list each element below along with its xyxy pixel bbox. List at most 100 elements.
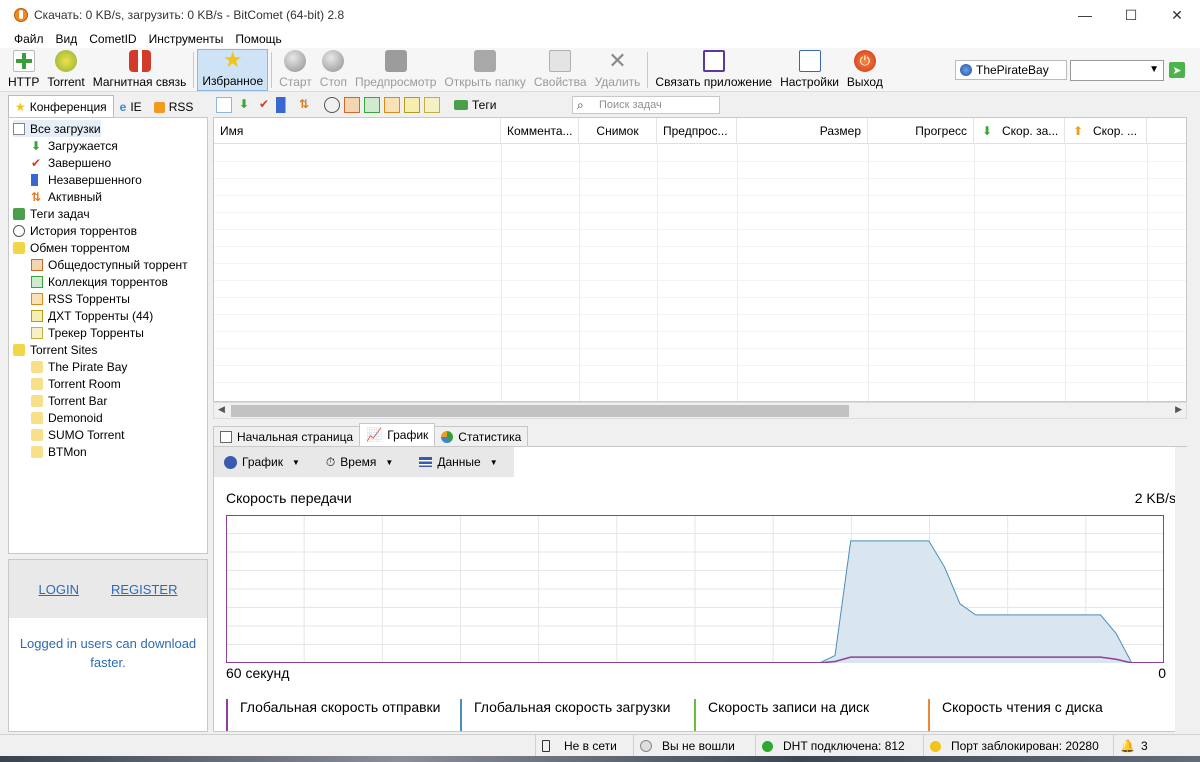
tags-button[interactable]: Теги (454, 98, 496, 112)
tree-item-site[interactable]: Demonoid (31, 409, 103, 426)
tree-item-all-downloads[interactable]: Все загрузки (13, 120, 101, 137)
graph-vscrollbar[interactable] (1175, 447, 1187, 732)
login-link[interactable]: LOGIN (39, 582, 79, 597)
column-comment[interactable]: Коммента... (501, 118, 579, 144)
column-size[interactable]: Размер (737, 118, 868, 144)
column-download-speed[interactable]: ⬇ Скор. за... (974, 118, 1065, 144)
tracker-select[interactable]: ThePirateBay (955, 60, 1067, 80)
public-torrent-icon[interactable] (344, 97, 360, 113)
magnet-link-button[interactable]: Магнитная связь (89, 49, 191, 91)
task-list-vscrollbar[interactable] (1187, 117, 1200, 419)
start-button[interactable]: Старт (275, 49, 316, 91)
incomplete-icon[interactable] (276, 97, 292, 113)
tree-item-public-torrent[interactable]: Общедоступный торрент (31, 256, 188, 273)
data-dropdown[interactable]: Данные ▼ (409, 447, 507, 477)
tab-rss[interactable]: RSS (148, 97, 200, 117)
favorites-button[interactable]: ★ Избранное (197, 49, 269, 91)
tree-item-dht-torrents[interactable]: ДХТ Торренты (44) (31, 307, 153, 324)
tree-item-site[interactable]: The Pirate Bay (31, 358, 127, 375)
tree-item-site[interactable]: BTMon (31, 443, 87, 460)
torrent-button[interactable]: Torrent (43, 49, 88, 91)
check-icon[interactable]: ✔ (256, 97, 272, 113)
all-tasks-icon[interactable] (216, 97, 232, 113)
hscroll-thumb[interactable] (231, 405, 849, 417)
scroll-right-icon[interactable]: ▶ (1175, 404, 1182, 415)
history-icon[interactable] (324, 97, 340, 113)
tab-ie[interactable]: e IE (114, 97, 148, 117)
graph-dropdown[interactable]: График ▼ (214, 447, 310, 477)
preview-button[interactable]: Предпросмотр (351, 49, 440, 91)
tree-item-completed[interactable]: ✔ Завершено (31, 154, 111, 171)
close-button[interactable]: ✕ (1154, 0, 1200, 30)
task-search-input[interactable]: ⌕ Поиск задач (572, 96, 720, 114)
exit-button[interactable]: ⏻ Выход (843, 49, 887, 91)
tracker-icon[interactable] (424, 97, 440, 113)
tab-conference[interactable]: ★ Конференция (8, 95, 114, 117)
tree-item-task-tags[interactable]: Теги задач (13, 205, 90, 222)
dht-icon[interactable] (404, 97, 420, 113)
stop-button[interactable]: Стоп (316, 49, 351, 91)
time-dropdown[interactable]: ⏱ Время ▼ (316, 447, 403, 477)
status-login[interactable]: Вы не вошли (633, 735, 755, 757)
column-progress[interactable]: Прогресс (868, 118, 974, 144)
transfer-speed-chart (226, 515, 1164, 663)
task-list-header: Имя Коммента... Снимок Предпрос... Разме… (214, 118, 1186, 144)
folder-icon (13, 241, 25, 254)
tree-item-torrent-sites[interactable]: Torrent Sites (13, 341, 97, 358)
tree-item-tracker-torrents[interactable]: Трекер Торренты (31, 324, 144, 341)
properties-button[interactable]: Свойства (530, 49, 591, 91)
task-list-hscrollbar[interactable]: ◀ ▶ (213, 402, 1187, 419)
tree-item-site[interactable]: SUMO Torrent (31, 426, 124, 443)
statistics-icon (441, 430, 454, 443)
tree-item-history[interactable]: История торрентов (13, 222, 137, 239)
tree-item-site[interactable]: Torrent Bar (31, 392, 107, 409)
arrow-right-icon: ➤ (1172, 64, 1182, 77)
link-app-icon (702, 50, 725, 72)
tree-item-incomplete[interactable]: Незавершенного (31, 171, 142, 188)
menu-view[interactable]: Вид (56, 32, 78, 46)
tab-statistics[interactable]: Статистика (434, 426, 529, 446)
rss-icon[interactable] (384, 97, 400, 113)
register-link[interactable]: REGISTER (111, 582, 177, 597)
column-name[interactable]: Имя (214, 118, 501, 144)
tree-item-collection[interactable]: Коллекция торрентов (31, 273, 168, 290)
menu-help[interactable]: Помощь (235, 32, 281, 46)
status-port[interactable]: Порт заблокирован: 20280 (923, 735, 1113, 757)
collection-icon[interactable] (364, 97, 380, 113)
open-folder-button[interactable]: Открыть папку (440, 49, 530, 91)
scroll-left-icon[interactable]: ◀ (218, 404, 225, 415)
site-folder-icon (31, 377, 43, 390)
status-dht[interactable]: DHT подключена: 812 (755, 735, 923, 757)
graph-type-icon (224, 455, 237, 469)
tree-item-rss-torrents[interactable]: RSS Торренты (31, 290, 130, 307)
settings-icon (798, 50, 821, 72)
status-network[interactable]: Не в сети (535, 735, 633, 757)
column-upload-speed[interactable]: ⬆ Скор. ... (1065, 118, 1147, 144)
tree-item-site[interactable]: Torrent Room (31, 375, 121, 392)
menu-tools[interactable]: Инструменты (149, 32, 224, 46)
tracker-icon (31, 326, 43, 339)
tab-graph[interactable]: 📈 График (359, 423, 436, 446)
arrow-down-icon[interactable]: ⬇ (236, 97, 252, 113)
site-search-combo[interactable]: ▼ (1070, 60, 1164, 81)
column-preview[interactable]: Предпрос... (657, 118, 737, 144)
tree-item-downloading[interactable]: ⬇ Загружается (31, 137, 118, 154)
menu-file[interactable]: Файл (14, 32, 44, 46)
delete-button[interactable]: ✕ Удалить (591, 49, 645, 91)
tab-home[interactable]: Начальная страница (213, 426, 361, 446)
status-alerts[interactable]: 🔔 3 (1113, 735, 1200, 757)
http-button[interactable]: HTTP (4, 49, 43, 91)
updown-icon[interactable]: ⇅ (296, 97, 312, 113)
tree-item-active[interactable]: ⇅ Активный (31, 188, 102, 205)
search-go-button[interactable]: ➤ (1169, 62, 1185, 78)
maximize-button[interactable]: ☐ (1108, 0, 1154, 30)
legend-disk-write: Скорость записи на диск (694, 699, 869, 731)
history-icon (13, 224, 25, 237)
minimize-button[interactable]: — (1062, 0, 1108, 30)
link-app-button[interactable]: Связать приложение (651, 49, 776, 91)
login-message: Logged in users can download faster. (19, 636, 197, 670)
column-snapshot[interactable]: Снимок (579, 118, 657, 144)
settings-button[interactable]: Настройки (776, 49, 843, 91)
menu-cometid[interactable]: CometID (89, 32, 136, 46)
tree-item-exchange[interactable]: Обмен торрентом (13, 239, 130, 256)
